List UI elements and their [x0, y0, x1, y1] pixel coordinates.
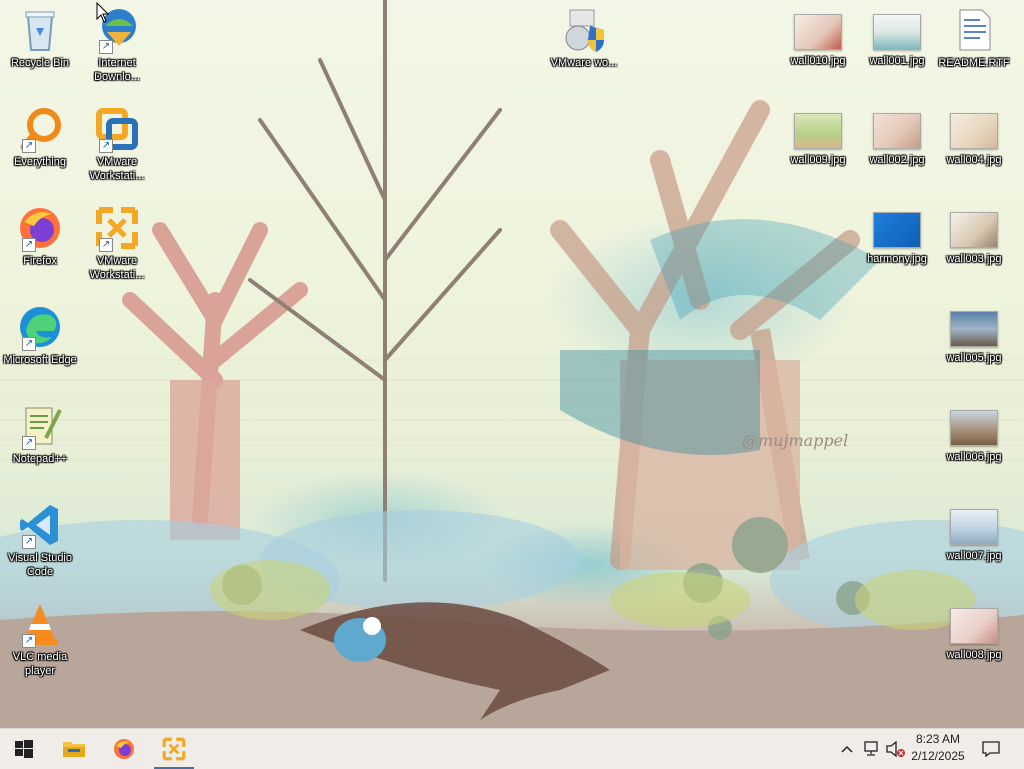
magnifier-icon: ↗	[16, 105, 64, 153]
svg-text:@mujmappel: @mujmappel	[742, 431, 848, 450]
desktop-icon-internet-download-manager[interactable]: ↗ Internet Downlo...	[77, 6, 157, 84]
desktop-icon-vmware-workstation-1[interactable]: ↗ VMware Workstati...	[77, 105, 157, 183]
desktop-icon-label: wall001.jpg	[869, 55, 925, 67]
network-button[interactable]	[860, 729, 884, 769]
image-thumbnail	[873, 113, 921, 149]
desktop-icon-label: Firefox	[23, 255, 57, 267]
desktop-icon-wall010[interactable]: wall010.jpg	[778, 6, 858, 68]
image-thumbnail	[794, 14, 842, 50]
desktop-icon-label: wall005.jpg	[946, 352, 1002, 364]
image-thumbnail	[950, 311, 998, 347]
vmware-player-icon: ↗	[93, 204, 141, 252]
system-clock[interactable]: 8:23 AM 2/12/2025	[906, 731, 970, 765]
image-thumbnail	[794, 113, 842, 149]
start-button[interactable]	[0, 729, 48, 769]
shortcut-arrow-icon: ↗	[99, 139, 113, 153]
desktop-icon-recycle-bin[interactable]: Recycle Bin	[0, 6, 80, 70]
desktop-icon-label: VLC media player	[12, 651, 68, 677]
desktop-icon-label: Visual Studio Code	[7, 552, 72, 578]
vscode-icon: ↗	[16, 501, 64, 549]
taskbar-firefox[interactable]	[100, 729, 148, 769]
desktop-icon-vmware-wo[interactable]: VMware wo...	[544, 6, 624, 70]
shortcut-arrow-icon: ↗	[22, 337, 36, 351]
desktop-icon-label: wall002.jpg	[869, 154, 925, 166]
desktop-icon-label: Recycle Bin	[10, 57, 70, 69]
desktop-icon-wall002[interactable]: wall002.jpg	[857, 105, 937, 167]
desktop-icon-harmony[interactable]: harmony.jpg	[857, 204, 937, 266]
shortcut-arrow-icon: ↗	[22, 238, 36, 252]
desktop-icon-wall003[interactable]: wall003.jpg	[934, 204, 1014, 266]
image-thumbnail	[873, 212, 921, 248]
image-thumbnail	[950, 113, 998, 149]
network-icon	[864, 741, 878, 756]
taskbar-vmware[interactable]	[150, 729, 198, 769]
windows-logo-icon	[15, 740, 33, 758]
desktop-icon-label: Internet Downlo...	[94, 57, 140, 83]
desktop-icon-label: Notepad++	[12, 453, 68, 465]
action-center-button[interactable]	[976, 729, 1006, 769]
desktop-icon-firefox[interactable]: ↗ Firefox	[0, 204, 80, 268]
desktop-icon-label: wall006.jpg	[946, 451, 1002, 463]
image-thumbnail	[950, 410, 998, 446]
desktop-icon-wall006[interactable]: wall006.jpg	[934, 402, 1014, 464]
desktop-icon-wall009[interactable]: wall009.jpg	[778, 105, 858, 167]
desktop-icon-label: harmony.jpg	[867, 253, 927, 265]
desktop-icon-label: wall004.jpg	[946, 154, 1002, 166]
show-hidden-icons-button[interactable]	[836, 729, 858, 769]
vmware-workstation-icon: ↗	[93, 105, 141, 153]
desktop-icon-microsoft-edge[interactable]: ↗ Microsoft Edge	[0, 303, 80, 367]
mouse-cursor-icon	[96, 2, 110, 23]
vlc-cone-icon: ↗	[16, 600, 64, 648]
desktop-icon-label: wall007.jpg	[946, 550, 1002, 562]
volume-button[interactable]	[884, 729, 908, 769]
desktop-icon-label: README.RTF	[938, 57, 1010, 69]
rtf-document-icon	[950, 6, 998, 54]
desktop-icon-wall008[interactable]: wall008.jpg	[934, 600, 1014, 662]
desktop-icon-wall004[interactable]: wall004.jpg	[934, 105, 1014, 167]
edge-icon: ↗	[16, 303, 64, 351]
firefox-icon: ↗	[16, 204, 64, 252]
taskbar-file-explorer[interactable]	[50, 729, 98, 769]
desktop-icon-label: wall003.jpg	[946, 253, 1002, 265]
desktop-icon-label: wall010.jpg	[790, 55, 846, 67]
shortcut-arrow-icon: ↗	[22, 436, 36, 450]
firefox-icon	[114, 739, 134, 759]
clock-date: 2/12/2025	[911, 749, 965, 763]
desktop-icon-notepad-plus-plus[interactable]: ↗ Notepad++	[0, 402, 80, 466]
clock-time: 8:23 AM	[915, 732, 961, 746]
shortcut-arrow-icon: ↗	[22, 634, 36, 648]
desktop-icon-wall001[interactable]: wall001.jpg	[857, 6, 937, 68]
desktop-icon-vmware-workstation-2[interactable]: ↗ VMware Workstati...	[77, 204, 157, 282]
desktop-icon-wall005[interactable]: wall005.jpg	[934, 303, 1014, 365]
desktop-icon-label: wall008.jpg	[946, 649, 1002, 661]
desktop-icon-readme-rtf[interactable]: README.RTF	[934, 6, 1014, 70]
file-explorer-icon	[63, 742, 85, 757]
shortcut-arrow-icon: ↗	[99, 238, 113, 252]
desktop-icon-label: wall009.jpg	[790, 154, 846, 166]
volume-muted-icon	[886, 741, 905, 757]
shortcut-arrow-icon: ↗	[22, 139, 36, 153]
desktop-icon-wall007[interactable]: wall007.jpg	[934, 501, 1014, 563]
desktop-icon-label: VMware Workstati...	[89, 156, 145, 182]
desktop-icon-label: Microsoft Edge	[3, 354, 77, 366]
image-thumbnail	[873, 14, 921, 50]
recycle-bin-icon	[16, 6, 64, 54]
vmware-icon	[162, 737, 186, 761]
desktop-icon-label: Everything	[14, 156, 66, 168]
vmware-installer-icon	[560, 6, 608, 54]
notification-icon	[982, 741, 1000, 757]
desktop-icon-vlc-media-player[interactable]: ↗ VLC media player	[0, 600, 80, 678]
image-thumbnail	[950, 608, 998, 644]
desktop-icon-visual-studio-code[interactable]: ↗ Visual Studio Code	[0, 501, 80, 579]
desktop-icon-everything[interactable]: ↗ Everything	[0, 105, 80, 169]
desktop-icon-label: VMware wo...	[550, 57, 618, 69]
desktop-icon-label: VMware Workstati...	[89, 255, 145, 281]
shortcut-arrow-icon: ↗	[22, 535, 36, 549]
image-thumbnail	[950, 509, 998, 545]
shortcut-arrow-icon: ↗	[99, 40, 113, 54]
taskbar: 8:23 AM 2/12/2025	[0, 728, 1024, 769]
chevron-up-icon	[841, 745, 853, 753]
notepad-plus-plus-icon: ↗	[16, 402, 64, 450]
image-thumbnail	[950, 212, 998, 248]
